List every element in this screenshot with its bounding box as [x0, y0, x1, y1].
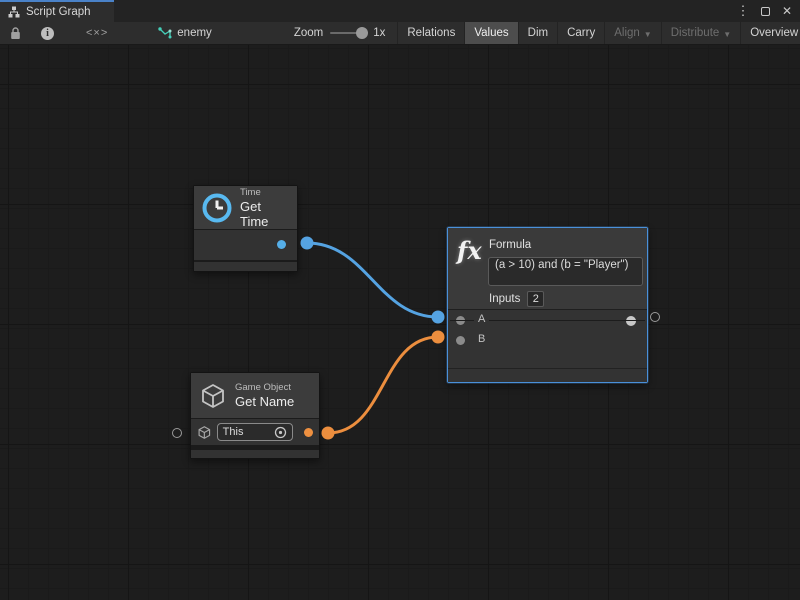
graph-name: enemy [177, 27, 212, 39]
fx-icon: fx [457, 236, 482, 265]
lock-button[interactable] [0, 22, 31, 44]
node-category: Time [240, 187, 289, 199]
formula-output-ring[interactable] [650, 312, 660, 322]
get-name-labels: Game Object Get Name [235, 382, 294, 409]
tab-script-graph[interactable]: Script Graph [0, 0, 114, 22]
toolbar: i <×> enemy Zoom 1x Relations Values [0, 22, 800, 45]
zoom-slider[interactable] [330, 32, 366, 34]
chevron-down-icon: ▼ [644, 30, 652, 39]
formula-expression-input[interactable]: (a > 10) and (b = "Player") [488, 257, 643, 286]
overview-button[interactable]: Overview [740, 22, 800, 44]
clock-icon [202, 193, 232, 223]
get-time-output-port[interactable] [277, 240, 286, 249]
info-icon: i [41, 27, 54, 40]
inputs-label: Inputs [489, 293, 520, 305]
relations-button[interactable]: Relations [397, 22, 464, 44]
carry-button[interactable]: Carry [557, 22, 604, 44]
node-category: Game Object [235, 382, 294, 394]
graph-network-icon [158, 27, 172, 39]
align-dropdown[interactable]: Align ▼ [604, 22, 661, 44]
get-name-output-port[interactable] [304, 428, 313, 437]
graph-tree-icon [8, 6, 20, 18]
zoom-value: 1x [373, 27, 385, 39]
distribute-label: Distribute [671, 27, 720, 39]
cube-icon [199, 382, 227, 410]
wire-orange-end-dot [432, 331, 445, 344]
node-get-time[interactable]: Time Get Time [193, 185, 298, 272]
toolbar-buttons: Relations Values Dim Carry Align ▼ Distr… [397, 22, 800, 44]
formula-output-port[interactable] [626, 316, 636, 326]
get-name-header[interactable]: Game Object Get Name [191, 373, 319, 418]
tab-title: Script Graph [26, 6, 91, 18]
formula-inputs-row: Inputs 2 [489, 291, 544, 307]
object-picker-icon[interactable] [274, 426, 287, 439]
node-formula[interactable]: fx Formula (a > 10) and (b = "Player") I… [447, 227, 648, 383]
port-a-label: A [474, 313, 489, 325]
target-value: This [223, 426, 271, 438]
node-get-name[interactable]: Game Object Get Name This [190, 372, 320, 459]
formula-footer [448, 369, 647, 382]
formula-input-port-b[interactable] [456, 336, 465, 345]
window-menu-button[interactable]: ⋮ [734, 2, 752, 20]
info-button[interactable]: i [31, 22, 64, 44]
window-controls: ⋮ ✕ [734, 0, 796, 22]
distribute-dropdown[interactable]: Distribute ▼ [661, 22, 741, 44]
node-title: Formula [489, 239, 531, 251]
zoom-label: Zoom [294, 27, 323, 39]
wire-orange-start-dot [322, 427, 335, 440]
code-icon: <×> [86, 27, 108, 39]
zoom-control: Zoom 1x [282, 22, 398, 44]
zoom-slider-handle[interactable] [356, 27, 368, 39]
wire-get-name-to-formula-b[interactable] [328, 337, 438, 433]
port-b-label: B [474, 333, 489, 345]
get-name-footer [191, 450, 319, 458]
maximize-button[interactable] [756, 2, 774, 20]
wire-get-time-to-formula-a[interactable] [307, 243, 438, 317]
formula-port-row-b: B [448, 330, 647, 350]
dim-button[interactable]: Dim [518, 22, 557, 44]
code-view-button[interactable]: <×> [64, 22, 130, 44]
get-time-header[interactable]: Time Get Time [194, 186, 297, 229]
align-label: Align [614, 27, 640, 39]
wires-layer [0, 45, 800, 600]
get-time-footer [194, 262, 297, 271]
get-time-port-row [194, 230, 297, 260]
get-name-input-ring[interactable] [172, 428, 182, 438]
node-title: Get Time [240, 199, 289, 229]
get-name-target-row: This [191, 419, 319, 445]
formula-ports: A B [448, 310, 647, 368]
graph-breadcrumb[interactable]: enemy [148, 22, 222, 44]
cube-icon-small [197, 425, 212, 440]
values-button[interactable]: Values [464, 22, 517, 44]
chevron-down-icon: ▼ [723, 30, 731, 39]
formula-header[interactable]: fx Formula (a > 10) and (b = "Player") I… [448, 228, 647, 309]
node-title: Get Name [235, 394, 294, 409]
graph-canvas[interactable]: Time Get Time fx Formula (a > 10) and (b… [0, 45, 800, 600]
wire-blue-start-dot [301, 237, 314, 250]
lock-icon [10, 27, 21, 40]
inputs-count-field[interactable]: 2 [527, 291, 544, 307]
script-graph-window: Script Graph ⋮ ✕ i <×> [0, 0, 800, 600]
maximize-icon [761, 7, 770, 16]
get-time-labels: Time Get Time [240, 187, 289, 229]
title-bar: Script Graph ⋮ ✕ [0, 0, 800, 22]
target-object-field[interactable]: This [217, 423, 294, 441]
close-button[interactable]: ✕ [778, 2, 796, 20]
wire-blue-end-dot [432, 311, 445, 324]
